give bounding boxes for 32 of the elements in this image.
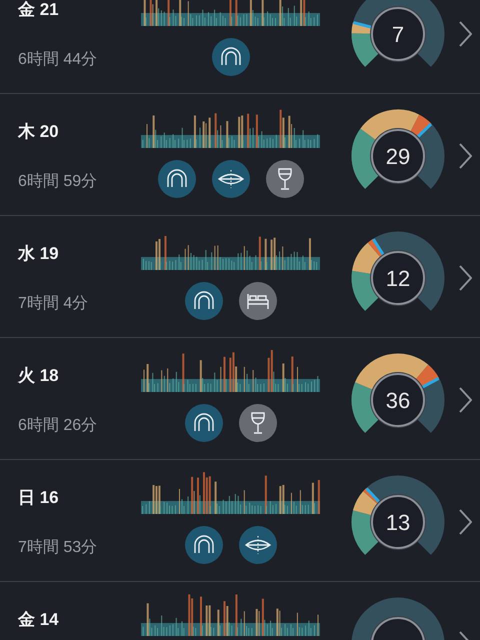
night-row[interactable]: 金 14 (0, 582, 480, 640)
sleep-duration: 7時間 53分 (18, 538, 98, 558)
night-date: 水 19 (18, 244, 60, 264)
mouthguard-icon (158, 160, 196, 198)
sleep-duration: 6時間 59分 (18, 172, 98, 192)
chevron-right-icon (459, 387, 472, 413)
night-date: 木 20 (18, 122, 60, 142)
chevron-right-icon (459, 265, 472, 291)
wine-glass-icon (266, 160, 304, 198)
lips-icon (238, 526, 276, 564)
bed-icon (238, 282, 276, 320)
night-date: 金 14 (18, 610, 60, 630)
chevron-right-icon (459, 509, 472, 535)
night-date: 火 18 (18, 366, 60, 386)
chevron-right-icon (459, 143, 472, 169)
wine-glass-icon (238, 404, 276, 442)
night-date: 日 16 (18, 488, 60, 508)
lips-icon (212, 160, 250, 198)
sleep-duration: 6時間 44分 (18, 50, 98, 70)
sleep-duration: 6時間 26分 (18, 416, 98, 436)
mouthguard-icon (184, 404, 222, 442)
night-row[interactable]: 金 21 6時間 44分 7 (0, 0, 480, 94)
mouthguard-icon (184, 526, 222, 564)
chevron-right-icon (459, 21, 472, 47)
mouthguard-icon (184, 282, 222, 320)
night-row[interactable]: 水 19 7時間 4分 12 (0, 216, 480, 338)
mouthguard-icon (212, 38, 250, 76)
night-row[interactable]: 火 18 6時間 26分 36 (0, 338, 480, 460)
night-date: 金 21 (18, 0, 60, 20)
night-row[interactable]: 日 16 7時間 53分 13 (0, 460, 480, 582)
sleep-duration: 7時間 4分 (18, 294, 90, 314)
night-row[interactable]: 木 20 6時間 59分 29 (0, 94, 480, 216)
